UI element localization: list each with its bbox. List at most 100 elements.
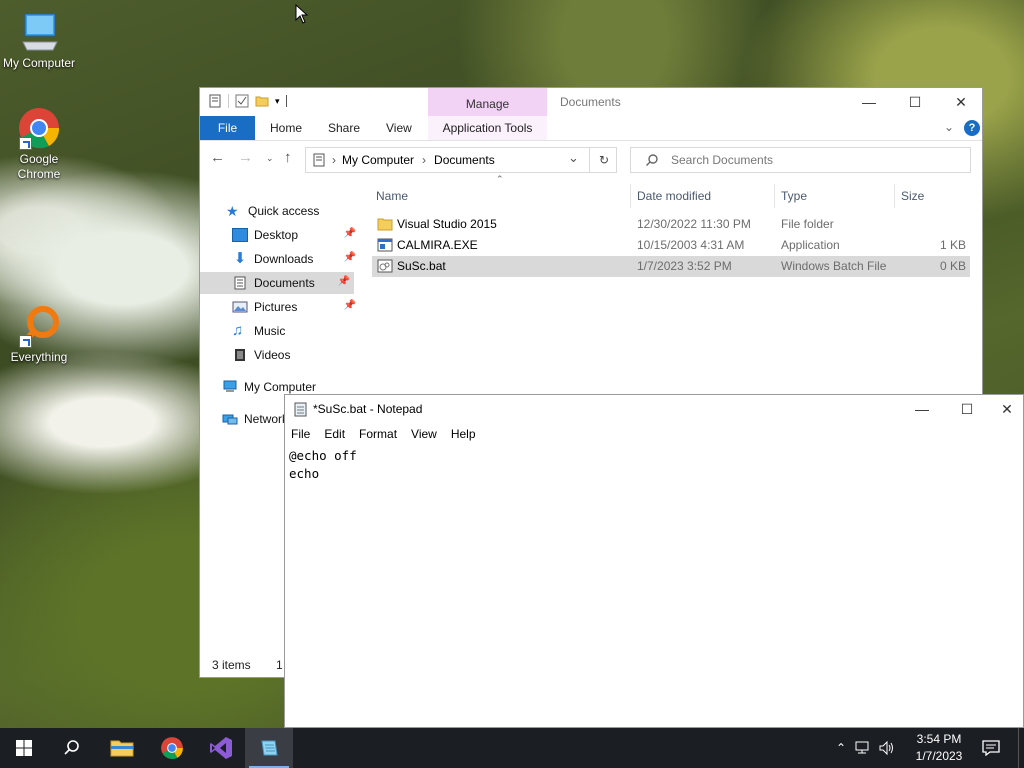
taskbar-file-explorer[interactable] [98,728,146,768]
clock-time: 3:54 PM [916,732,962,746]
desktop-icon-label: My Computer [2,56,76,70]
computer-icon [17,10,61,54]
desktop-icon-everything[interactable]: Everything [0,304,78,365]
ribbon-expand-icon[interactable]: ⌄ [944,120,954,134]
menu-edit[interactable]: Edit [324,427,345,441]
breadcrumb-separator-icon[interactable]: › [422,153,426,167]
nav-downloads[interactable]: ⬇ Downloads 📌 [200,248,360,270]
nav-label: Network [244,412,289,426]
close-button[interactable]: ✕ [938,88,984,116]
pin-icon[interactable]: 📌 [344,252,356,263]
file-row[interactable]: SuSc.bat 1/7/2023 3:52 PM Windows Batch … [372,256,970,277]
tab-home[interactable]: Home [260,116,312,140]
maximize-button[interactable]: ☐ [892,88,938,116]
minimize-button[interactable]: — [899,395,945,423]
notepad-window[interactable]: *SuSc.bat - Notepad — ☐ ✕ File Edit Form… [284,394,1024,728]
file-date: 12/30/2022 11:30 PM [637,217,751,231]
column-header-size[interactable]: Size [901,184,924,208]
chrome-icon [17,106,61,150]
tab-view[interactable]: View [376,116,422,140]
search-button[interactable] [48,728,96,768]
file-date: 1/7/2023 3:52 PM [637,259,732,273]
properties-icon[interactable] [208,94,222,108]
menu-format[interactable]: Format [359,427,397,441]
nav-label: Pictures [254,300,298,314]
file-type: Windows Batch File [781,259,887,273]
help-icon[interactable]: ? [964,120,980,136]
breadcrumb-documents[interactable]: Documents [434,153,495,167]
taskbar-clock[interactable]: 3:54 PM 1/7/2023 [900,731,978,765]
nav-videos[interactable]: Videos [200,344,360,366]
desktop-folder-icon [232,228,248,242]
everything-search-icon [17,304,61,348]
refresh-button[interactable]: ↻ [589,147,618,173]
back-arrow-icon[interactable]: ← [210,149,225,166]
close-button[interactable]: ✕ [990,395,1024,423]
notepad-text-area[interactable]: @echo off echo [285,445,1023,485]
taskbar-chrome[interactable] [148,728,196,768]
download-arrow-icon: ⬇ [233,250,247,267]
address-bar[interactable]: › My Computer › Documents ⌄ [305,147,617,173]
search-box[interactable]: Search Documents [630,147,971,173]
file-row[interactable]: Visual Studio 2015 12/30/2022 11:30 PM F… [372,214,970,235]
column-header-name[interactable]: Name [376,184,408,208]
nav-pictures[interactable]: Pictures 📌 [200,296,360,318]
explorer-titlebar[interactable]: ▾ Manage Documents — ☐ ✕ [200,88,982,116]
taskbar-notepad[interactable] [245,728,293,768]
column-separator[interactable] [894,184,895,208]
folder-icon [377,218,393,231]
clock-date: 1/7/2023 [915,749,963,763]
minimize-button[interactable]: — [846,88,892,116]
menu-file[interactable]: File [291,427,310,441]
tab-file[interactable]: File [200,116,255,140]
shortcut-arrow-icon [19,335,32,348]
address-dropdown-icon[interactable]: ⌄ [568,150,579,166]
recent-locations-icon[interactable]: ⌄ [266,153,274,164]
desktop-icon-google-chrome[interactable]: Google Chrome [0,106,78,182]
nav-documents[interactable]: Documents 📌 [200,272,354,294]
tab-application-tools[interactable]: Application Tools [428,116,547,140]
notepad-icon [261,740,278,756]
documents-location-icon [313,153,325,167]
notepad-title: *SuSc.bat - Notepad [313,402,423,416]
visual-studio-icon [210,737,232,759]
checkmark-icon[interactable] [235,94,249,108]
breadcrumb-my-computer[interactable]: My Computer [342,153,414,167]
pin-icon[interactable]: 📌 [344,300,356,311]
pin-icon[interactable]: 📌 [344,228,356,239]
menu-view[interactable]: View [411,427,437,441]
file-type: File folder [781,217,834,231]
manage-context-tab[interactable]: Manage [428,88,547,116]
nav-music[interactable]: ♫ Music [200,320,360,342]
start-button[interactable] [0,728,48,768]
search-input[interactable]: Search Documents [671,153,773,167]
show-desktop-button[interactable] [1018,728,1024,768]
notepad-titlebar[interactable]: *SuSc.bat - Notepad — ☐ ✕ [285,395,1023,423]
volume-icon[interactable] [878,740,896,756]
up-arrow-icon[interactable]: ↑ [284,149,292,166]
column-separator[interactable] [774,184,775,208]
desktop-icon-my-computer[interactable]: My Computer [0,10,78,71]
maximize-button[interactable]: ☐ [944,395,990,423]
new-folder-icon[interactable] [255,94,269,108]
nav-quick-access[interactable]: ★ Quick access [200,200,360,222]
file-row[interactable]: CALMIRA.EXE 10/15/2003 4:31 AM Applicati… [372,235,970,256]
column-header-type[interactable]: Type [781,184,807,208]
breadcrumb-separator-icon[interactable]: › [332,153,336,167]
column-separator[interactable] [630,184,631,208]
menu-help[interactable]: Help [451,427,476,441]
network-tray-icon[interactable] [854,740,872,756]
pictures-icon [232,301,248,313]
qat-dropdown-icon[interactable]: ▾ [275,96,280,107]
forward-arrow-icon[interactable]: → [238,149,253,166]
pin-icon[interactable]: 📌 [338,276,350,287]
taskbar-visual-studio[interactable] [197,728,245,768]
show-hidden-icons-chevron-icon[interactable]: ⌃ [836,741,846,755]
quick-access-toolbar: ▾ [208,94,287,108]
column-header-date-modified[interactable]: Date modified [637,184,711,208]
action-center-button[interactable] [968,728,1014,768]
search-icon [64,740,79,755]
windows-logo-icon [16,740,32,756]
nav-desktop[interactable]: Desktop 📌 [200,224,360,246]
tab-share[interactable]: Share [318,116,370,140]
